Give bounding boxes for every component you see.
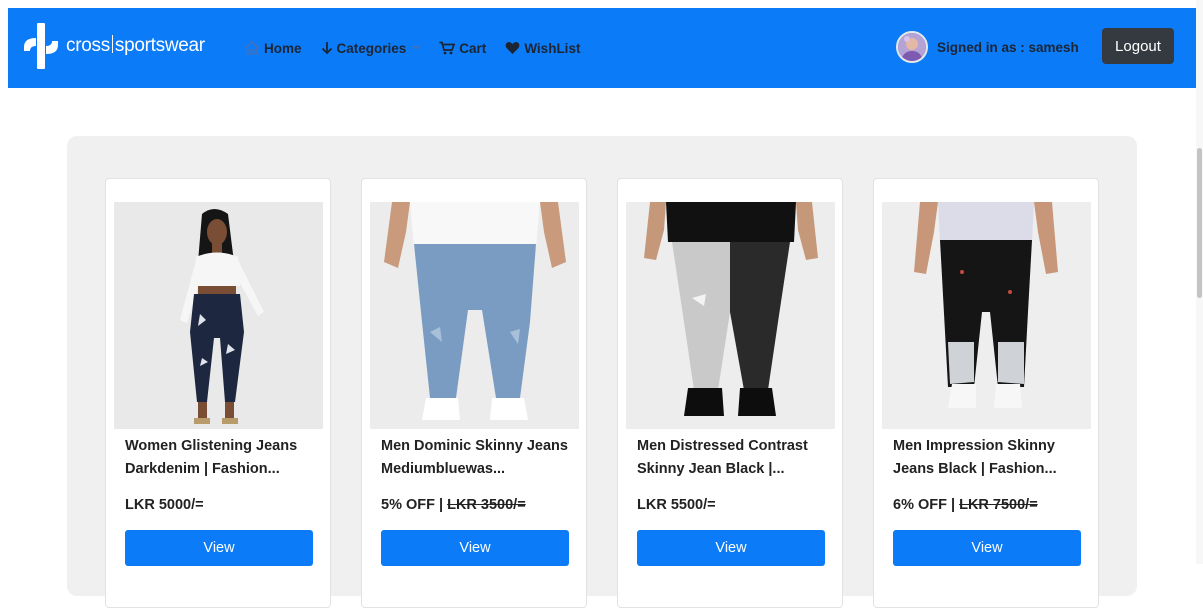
product-image[interactable] — [114, 202, 323, 429]
arrow-down-icon — [321, 42, 332, 55]
home-icon — [244, 41, 260, 55]
scrollbar-thumb[interactable] — [1197, 148, 1202, 298]
nav-wishlist-label: WishList — [524, 40, 581, 56]
brand-logo-icon — [24, 23, 58, 69]
product-card: Men Distressed Contrast Skinny Jean Blac… — [617, 178, 843, 608]
user-area: Signed in as : samesh — [896, 28, 1079, 66]
product-image[interactable] — [370, 202, 579, 429]
view-button[interactable]: View — [637, 530, 825, 566]
men-contrast-jeans-photo — [626, 202, 835, 429]
nav-cart-label: Cart — [459, 40, 487, 56]
page-scrollbar[interactable] — [1196, 0, 1203, 564]
signed-in-label: Signed in as : samesh — [937, 39, 1079, 55]
cart-icon — [439, 41, 456, 55]
view-button[interactable]: View — [125, 530, 313, 566]
product-price: 5% OFF | LKR 3500/= — [381, 497, 526, 513]
avatar-image — [898, 33, 926, 61]
nav-home[interactable]: Home — [244, 41, 302, 56]
product-image[interactable] — [626, 202, 835, 429]
brand-name: cross sportswear — [66, 35, 205, 56]
nav-categories-label: Categories — [336, 40, 407, 56]
nav-home-label: Home — [264, 40, 302, 56]
product-price: 6% OFF | LKR 7500/= — [893, 497, 1038, 513]
product-title[interactable]: Women Glistening Jeans Darkdenim | Fashi… — [125, 435, 321, 481]
nav-links: Home Categories Cart WishList — [244, 8, 599, 88]
product-title[interactable]: Men Distressed Contrast Skinny Jean Blac… — [637, 435, 833, 481]
product-card: Women Glistening Jeans Darkdenim | Fashi… — [105, 178, 331, 608]
men-impression-jeans-photo — [882, 202, 1091, 429]
product-title[interactable]: Men Dominic Skinny Jeans Mediumbluewas..… — [381, 435, 577, 481]
men-blue-jeans-photo — [370, 202, 579, 429]
view-button[interactable]: View — [381, 530, 569, 566]
woman-jeans-photo — [114, 202, 323, 429]
caret-down-icon — [412, 46, 421, 50]
product-card: Men Dominic Skinny Jeans Mediumbluewas..… — [361, 178, 587, 608]
navbar: cross sportswear Home Categories Cart Wi… — [8, 8, 1196, 88]
product-image[interactable] — [882, 202, 1091, 429]
product-title[interactable]: Men Impression Skinny Jeans Black | Fash… — [893, 435, 1089, 481]
logout-button[interactable]: Logout — [1102, 28, 1174, 64]
avatar[interactable] — [896, 31, 928, 63]
nav-categories-dropdown[interactable]: Categories — [321, 41, 421, 56]
heart-icon — [505, 42, 520, 54]
brand-link[interactable]: cross sportswear — [22, 21, 205, 71]
product-price: LKR 5000/= — [125, 497, 204, 513]
view-button[interactable]: View — [893, 530, 1081, 566]
products-panel: Women Glistening Jeans Darkdenim | Fashi… — [67, 136, 1137, 608]
product-price: LKR 5500/= — [637, 497, 716, 513]
nav-cart[interactable]: Cart — [439, 41, 486, 56]
nav-wishlist[interactable]: WishList — [505, 41, 580, 56]
product-card: Men Impression Skinny Jeans Black | Fash… — [873, 178, 1099, 608]
